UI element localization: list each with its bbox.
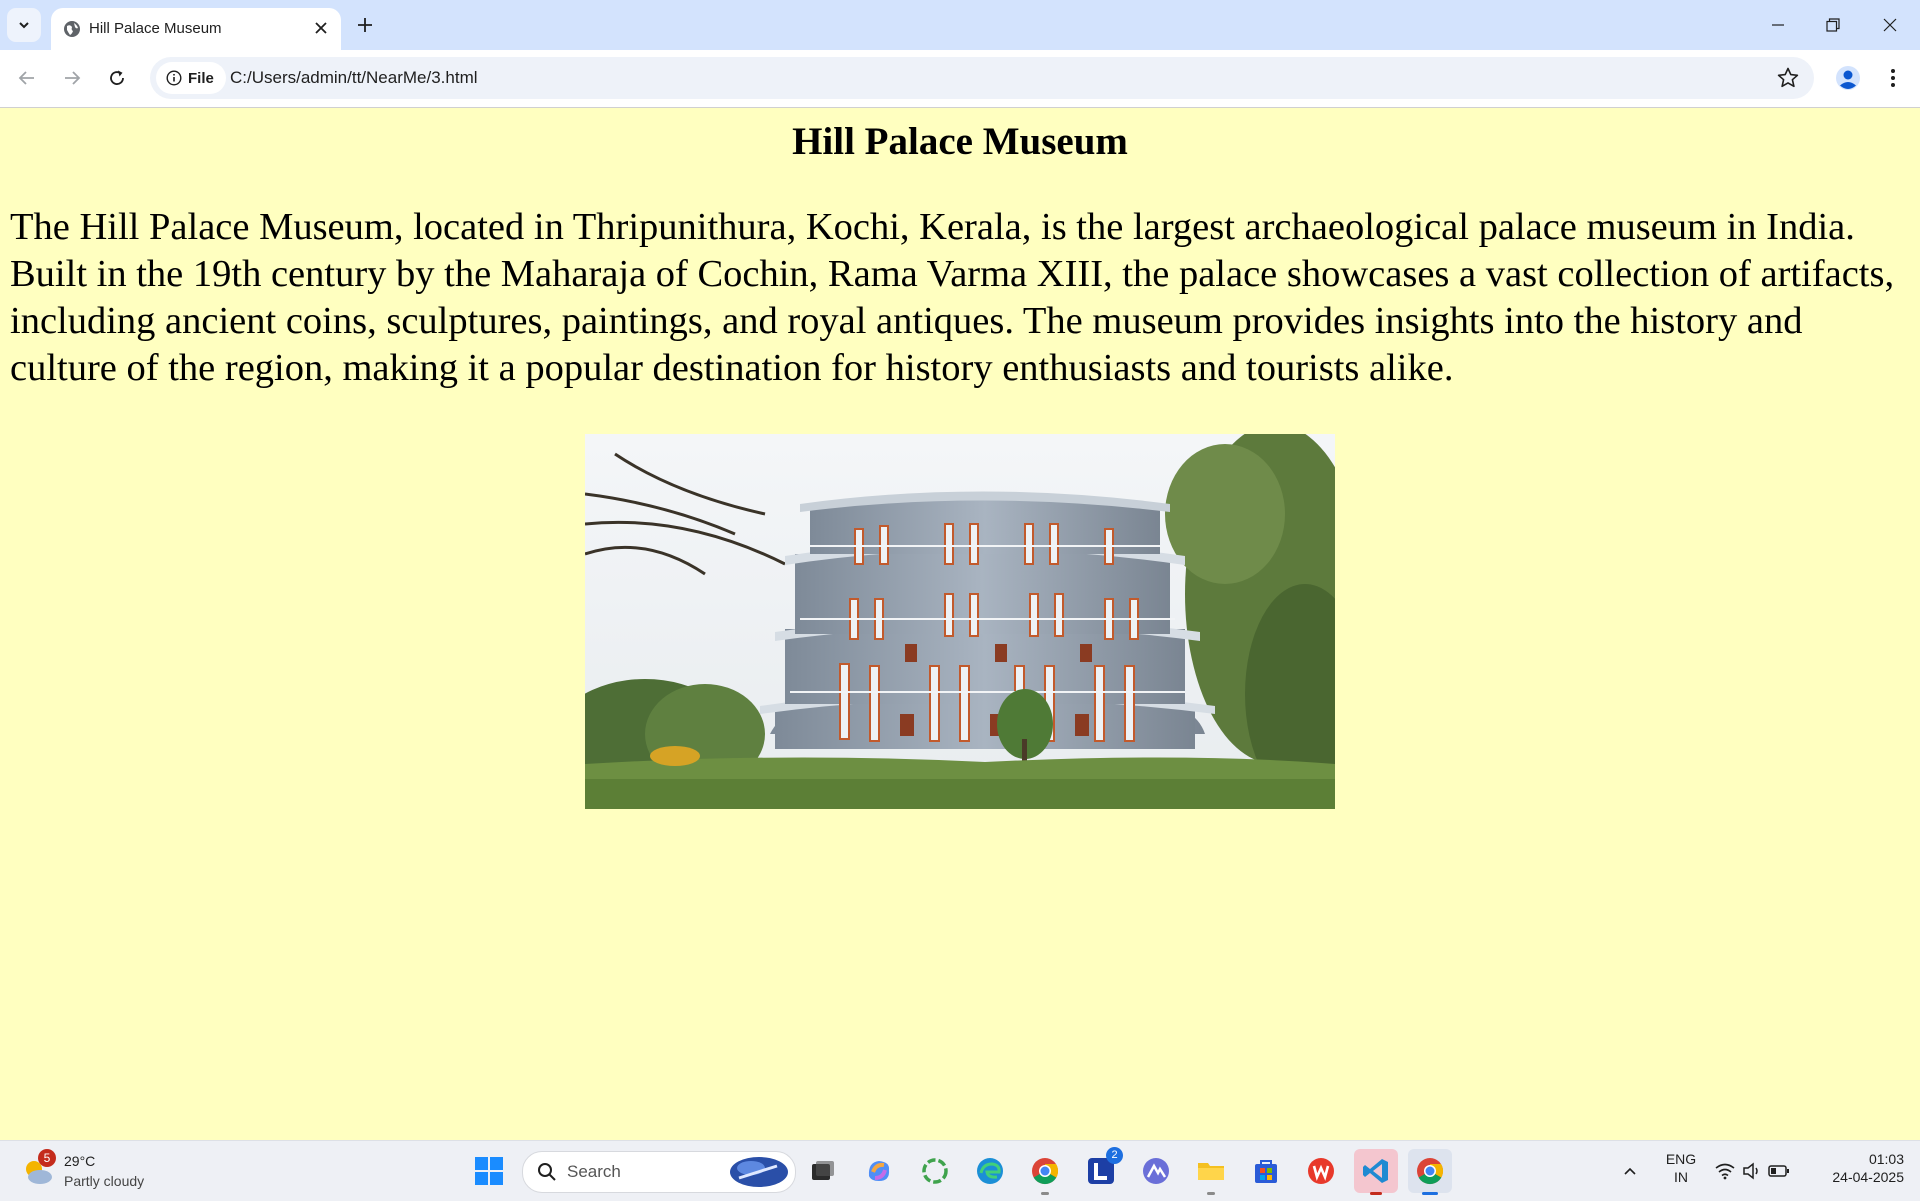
weather-alert-badge: 5: [38, 1149, 56, 1167]
page-title: Hill Palace Museum: [792, 120, 1128, 163]
language-line1: ENG: [1665, 1151, 1697, 1167]
minimize-icon: [1772, 24, 1784, 26]
mountain-logo-icon: [1143, 1158, 1169, 1184]
tab-title: Hill Palace Museum: [89, 20, 222, 37]
close-window-button[interactable]: [1870, 10, 1910, 40]
chevron-down-icon: [19, 22, 29, 29]
search-icon: [538, 1163, 556, 1181]
new-tab-button[interactable]: [350, 10, 380, 40]
search-placeholder: Search: [567, 1162, 621, 1181]
task-view-button[interactable]: [801, 1149, 845, 1193]
tab-search-button[interactable]: [7, 8, 41, 42]
mountain-app-button[interactable]: [1134, 1149, 1178, 1193]
chrome-active-button[interactable]: [1408, 1149, 1452, 1195]
weather-desc: Partly cloudy: [64, 1173, 145, 1189]
chrome-button[interactable]: [1023, 1149, 1067, 1195]
edge-button[interactable]: [968, 1149, 1012, 1193]
reload-button[interactable]: [101, 62, 133, 94]
tab-strip: Hill Palace Museum: [0, 0, 1920, 50]
more-vertical-icon: [1891, 69, 1895, 87]
address-bar[interactable]: File C:/Users/admin/tt/NearMe/3.html: [150, 57, 1814, 99]
weather-widget[interactable]: 5 29°C Partly cloudy: [22, 1149, 162, 1193]
start-button[interactable]: [467, 1149, 511, 1193]
globe-icon: [64, 21, 80, 37]
weather-temp: 29°C: [64, 1153, 96, 1169]
restore-icon: [1826, 18, 1840, 32]
bookmark-star-icon[interactable]: [1776, 66, 1800, 90]
lark-button[interactable]: 2: [1079, 1147, 1123, 1193]
refresh-app-button[interactable]: [913, 1149, 957, 1193]
file-explorer-button[interactable]: [1189, 1149, 1233, 1195]
running-indicator: [1041, 1192, 1049, 1195]
browser-menu-button[interactable]: [1878, 62, 1908, 94]
url-text[interactable]: C:/Users/admin/tt/NearMe/3.html: [230, 68, 478, 88]
circular-arrows-icon: [922, 1158, 948, 1184]
wifi-icon: [1715, 1163, 1735, 1180]
info-icon: [166, 70, 182, 86]
search-highlight-icon: [730, 1157, 788, 1187]
close-icon: [315, 22, 327, 34]
running-indicator: [1422, 1192, 1438, 1195]
museum-photo: [585, 434, 1335, 809]
reload-icon: [110, 70, 124, 85]
store-bag-icon: [1255, 1160, 1277, 1183]
clock-time: 01:03: [1868, 1151, 1904, 1167]
copilot-button[interactable]: [857, 1149, 901, 1193]
minimize-button[interactable]: [1758, 10, 1798, 40]
profile-button[interactable]: [1832, 62, 1864, 94]
museum-description: The Hill Palace Museum, located in Thrip…: [10, 206, 1895, 389]
show-hidden-icons-button[interactable]: [1610, 1149, 1650, 1193]
back-button[interactable]: [11, 62, 43, 94]
plus-icon: [358, 18, 372, 32]
copilot-icon: [868, 1161, 890, 1181]
clock-date: 24-04-2025: [1832, 1169, 1904, 1185]
chrome-icon: [1417, 1158, 1444, 1185]
vscode-button[interactable]: [1354, 1149, 1398, 1195]
forward-button[interactable]: [56, 62, 88, 94]
volume-icon: [1743, 1162, 1758, 1180]
language-line2: IN: [1674, 1169, 1688, 1185]
site-info-chip[interactable]: File: [156, 62, 226, 94]
windows-logo-icon: [475, 1157, 503, 1185]
battery-icon: [1768, 1165, 1789, 1177]
wps-icon: [1308, 1158, 1334, 1184]
vscode-icon: [1363, 1159, 1388, 1183]
language-indicator[interactable]: ENG IN: [1656, 1151, 1706, 1185]
chrome-icon: [1032, 1158, 1059, 1185]
edge-icon: [977, 1158, 1003, 1184]
clock[interactable]: 01:03 24-04-2025: [1808, 1151, 1904, 1185]
taskbar: 5 29°C Partly cloudy Search 2 ENG IN 01:…: [0, 1140, 1920, 1201]
hill-palace-image: [585, 434, 1335, 809]
restore-button[interactable]: [1813, 10, 1853, 40]
back-arrow-icon: [18, 71, 34, 85]
page-content: Hill Palace Museum The Hill Palace Museu…: [0, 108, 1920, 1140]
close-icon: [1883, 18, 1897, 32]
running-indicator: [1370, 1192, 1382, 1195]
chevron-up-icon: [1624, 1167, 1636, 1175]
browser-toolbar: File C:/Users/admin/tt/NearMe/3.html: [0, 50, 1920, 108]
store-button[interactable]: [1244, 1149, 1288, 1193]
notification-badge: 2: [1106, 1147, 1123, 1164]
wps-office-button[interactable]: [1299, 1149, 1343, 1193]
tab-active[interactable]: Hill Palace Museum: [51, 8, 341, 50]
task-view-icon: [812, 1161, 834, 1180]
profile-icon: [1836, 66, 1860, 90]
running-indicator: [1207, 1192, 1215, 1195]
folder-icon: [1198, 1163, 1224, 1180]
quick-settings-button[interactable]: [1712, 1149, 1792, 1193]
file-label: File: [188, 69, 214, 87]
forward-arrow-icon: [65, 71, 81, 85]
tab-close-button[interactable]: [311, 18, 331, 38]
taskbar-search[interactable]: Search: [522, 1151, 796, 1193]
